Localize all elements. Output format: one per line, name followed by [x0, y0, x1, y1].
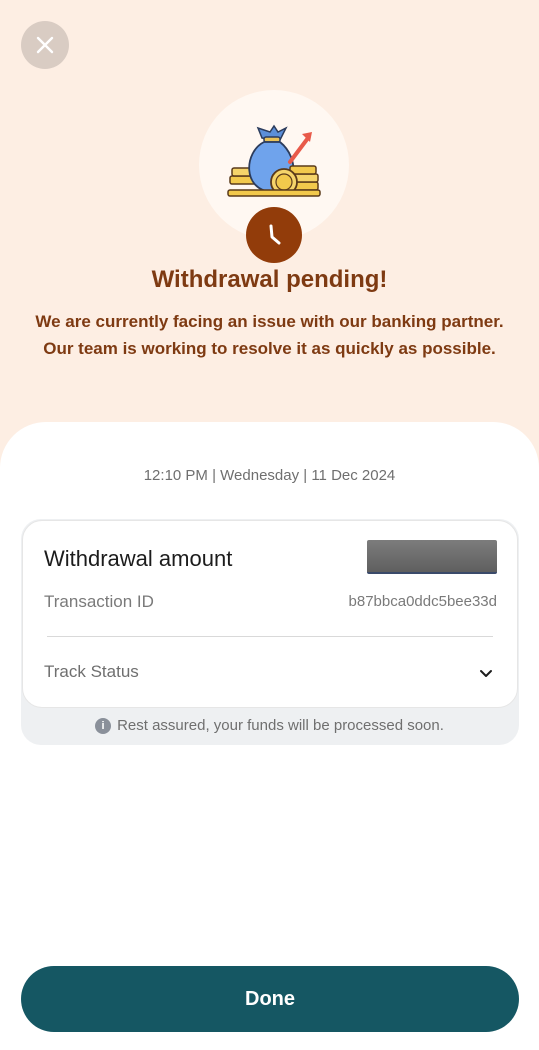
withdrawal-amount-label: Withdrawal amount [44, 546, 233, 571]
page-title: Withdrawal pending! [151, 266, 388, 293]
subtitle-line-1: We are currently facing an issue with ou… [35, 312, 504, 331]
close-button[interactable] [21, 21, 69, 69]
track-status-label: Track Status [44, 662, 139, 681]
info-icon: i [95, 717, 112, 734]
reassurance-message: i Rest assured, your funds will be proce… [0, 717, 539, 734]
chevron-down-icon[interactable] [477, 664, 495, 682]
divider [47, 636, 493, 637]
clock-badge [246, 207, 302, 263]
page-subtitle: We are currently facing an issue with ou… [20, 308, 519, 362]
transaction-id-value: b87bbca0ddc5bee33d [348, 593, 497, 610]
clock-icon [269, 224, 281, 245]
money-bag-with-coins-icon [227, 124, 321, 197]
done-button[interactable]: Done [21, 966, 519, 1032]
transaction-datetime: 12:10 PM | Wednesday | 11 Dec 2024 [143, 467, 396, 484]
close-icon[interactable] [35, 35, 55, 55]
track-status-toggle[interactable]: Track Status [44, 662, 497, 686]
reassurance-text: Rest assured, your funds will be process… [117, 717, 444, 734]
transaction-id-label: Transaction ID [44, 592, 154, 611]
withdrawal-amount-value [367, 540, 497, 574]
subtitle-line-2: Our team is working to resolve it as qui… [43, 339, 496, 358]
